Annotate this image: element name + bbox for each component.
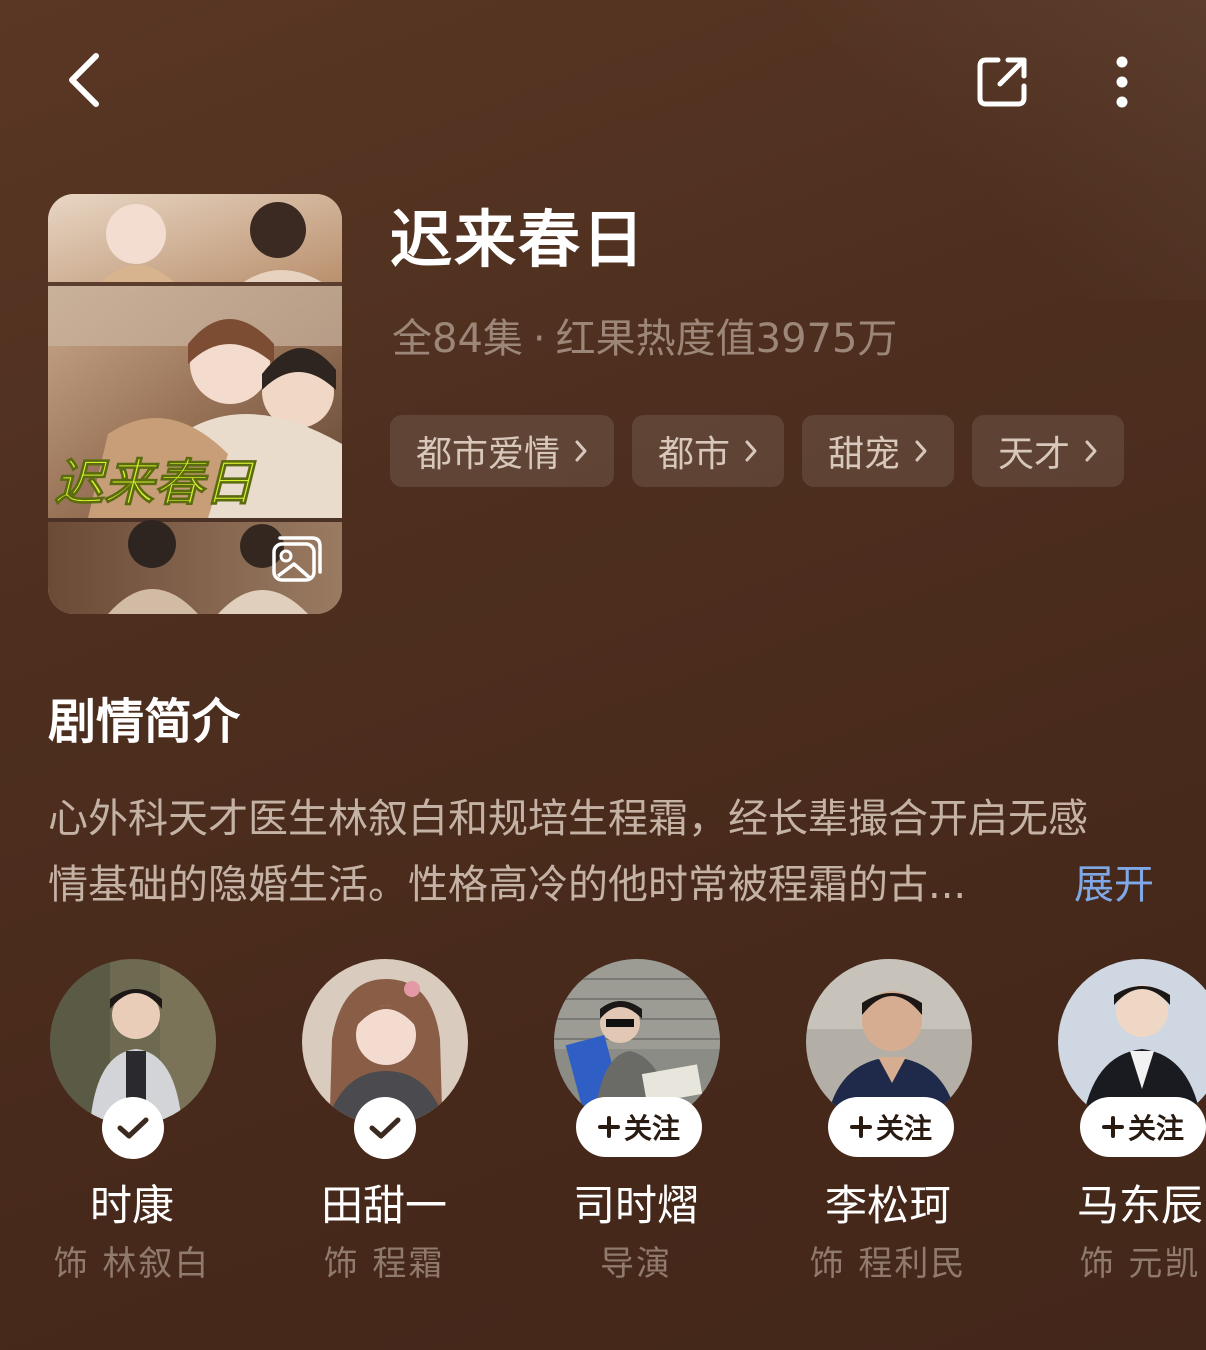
cast-name: 李松珂: [824, 1181, 951, 1230]
synopsis-line: 情基础的隐婚生活。性格高冷的他时常被程霜的古...: [48, 862, 967, 908]
heat-value: 红果热度值3975万: [555, 316, 898, 362]
plus-icon: [849, 1116, 872, 1138]
tag-chip[interactable]: 甜宠: [802, 415, 955, 487]
chevron-left-icon: [69, 53, 99, 107]
follow-label: 关注: [623, 1112, 680, 1145]
synopsis-text: 心外科天才医生林叙白和规培生程霜，经长辈撮合开启无感 情基础的隐婚生活。性格高冷…: [48, 786, 1158, 918]
plus-icon: [597, 1116, 620, 1138]
share-button[interactable]: [966, 46, 1038, 118]
share-icon: [977, 57, 1027, 107]
follow-button[interactable]: 关注: [1080, 1097, 1206, 1157]
follow-label: 关注: [1127, 1112, 1184, 1145]
tag-chip[interactable]: 天才: [972, 415, 1125, 487]
chevron-right-icon: [745, 440, 757, 462]
tag-chip[interactable]: 都市: [632, 415, 785, 487]
cast-name: 田甜一: [320, 1181, 447, 1230]
episode-count: 全84集: [392, 316, 523, 362]
tag-label: 甜宠: [828, 434, 901, 475]
tag-chip[interactable]: 都市爱情: [390, 415, 615, 487]
chevron-right-icon: [575, 440, 587, 462]
cast-role: 饰 元凯: [1079, 1244, 1201, 1284]
chevron-right-icon: [915, 440, 927, 462]
tag-list: 都市爱情 都市 甜宠 天才: [390, 415, 1125, 487]
cast-name: 时康: [89, 1181, 174, 1230]
cast-member[interactable]: 关注 李松珂 饰 程利民: [756, 955, 986, 1295]
checkmark-icon: [369, 1117, 401, 1139]
back-button[interactable]: [52, 44, 116, 116]
more-button[interactable]: [1098, 46, 1146, 118]
chevron-right-icon: [1085, 440, 1097, 462]
followed-badge[interactable]: [354, 1097, 416, 1159]
show-meta: 全84集 · 红果热度值3975万: [392, 312, 897, 366]
cast-role: 导演: [600, 1244, 672, 1284]
cast-role: 饰 程霜: [323, 1244, 445, 1284]
tag-label: 都市爱情: [416, 434, 561, 475]
checkmark-icon: [117, 1117, 149, 1139]
top-bar: [0, 0, 1206, 160]
tag-label: 天才: [998, 434, 1071, 475]
cast-member[interactable]: 关注 司时熠 导演: [504, 955, 734, 1295]
more-vertical-icon: [1116, 56, 1128, 108]
show-poster[interactable]: 迟来春日: [48, 194, 342, 614]
cast-member[interactable]: 时康 饰 林叙白: [0, 955, 230, 1295]
synopsis-heading: 剧情简介: [48, 694, 241, 750]
cast-role: 饰 程利民: [809, 1244, 967, 1284]
cast-name: 司时熠: [572, 1181, 699, 1230]
cast-member[interactable]: 关注 马东辰 饰 元凯: [1008, 955, 1206, 1295]
cast-list: 时康 饰 林叙白 田甜一 饰 程霜 关注 司时熠 导演 关注 李松珂 饰 程利民…: [0, 955, 1206, 1295]
synopsis-line: 心外科天才医生林叙白和规培生程霜，经长辈撮合开启无感: [48, 796, 1088, 842]
follow-button[interactable]: 关注: [576, 1097, 702, 1157]
follow-button[interactable]: 关注: [828, 1097, 954, 1157]
plus-icon: [1101, 1116, 1124, 1138]
follow-label: 关注: [875, 1112, 932, 1145]
cast-name: 马东辰: [1076, 1181, 1203, 1230]
followed-badge[interactable]: [102, 1097, 164, 1159]
meta-separator: ·: [532, 316, 546, 362]
poster-title: 迟来春日: [54, 455, 257, 511]
tag-label: 都市: [658, 434, 731, 475]
cast-role: 饰 林叙白: [53, 1244, 211, 1284]
expand-link[interactable]: 展开: [1074, 852, 1154, 918]
cast-member[interactable]: 田甜一 饰 程霜: [252, 955, 482, 1295]
show-title: 迟来春日: [390, 203, 647, 276]
